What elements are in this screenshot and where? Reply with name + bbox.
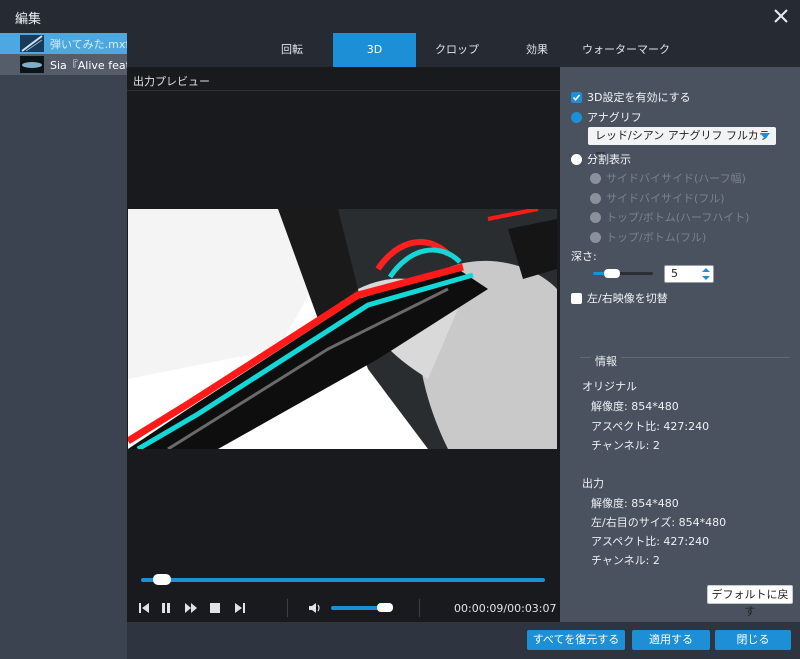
playback-controls: 00:00:09/00:03:07 <box>127 595 560 622</box>
split-option[interactable]: トップ/ボトム(フル) <box>590 229 706 245</box>
preview-panel: 出力プレビュー 00:00:09/00:03:07 <box>127 67 560 622</box>
depth-label: 深さ: <box>571 248 597 264</box>
radio-selected-icon[interactable] <box>571 111 582 123</box>
reset-default-button[interactable]: デフォルトに戻す <box>707 585 793 618</box>
depth-value: 5 <box>671 267 678 280</box>
video-thumbnail-icon <box>20 56 44 73</box>
tab-rotate[interactable]: 回転 <box>251 33 333 67</box>
anaglyph-row[interactable]: アナグリフ <box>571 109 642 125</box>
radio-disabled-icon <box>590 172 601 184</box>
info-title: 情報 <box>591 353 621 369</box>
seek-handle[interactable] <box>153 574 171 585</box>
restore-all-button[interactable]: すべてを復元する <box>527 630 625 650</box>
file-list: 弾いてみた.mxf Sia『Alive feat... <box>0 33 127 659</box>
enable-3d-row[interactable]: 3D設定を有効にする <box>571 89 691 105</box>
divider <box>419 599 420 617</box>
skip-forward-icon[interactable] <box>233 601 247 615</box>
fast-forward-icon[interactable] <box>184 601 198 615</box>
video-thumbnail-icon <box>20 35 44 52</box>
output-channels: チャンネル: 2 <box>591 554 660 567</box>
checkbox-unchecked-icon[interactable] <box>571 292 582 304</box>
file-item[interactable]: 弾いてみた.mxf <box>0 33 127 54</box>
depth-stepper[interactable]: 5 <box>664 265 714 283</box>
pause-icon[interactable] <box>159 601 173 615</box>
video-preview <box>128 209 557 449</box>
split-row[interactable]: 分割表示 <box>571 151 631 167</box>
playback-time: 00:00:09/00:03:07 <box>454 602 557 615</box>
swap-eyes-label: 左/右映像を切替 <box>587 292 668 305</box>
skip-back-icon[interactable] <box>137 601 151 615</box>
apply-button[interactable]: 適用する <box>632 630 710 650</box>
preview-label: 出力プレビュー <box>133 75 210 88</box>
original-resolution: 解像度: 854*480 <box>591 400 679 413</box>
settings-panel: 3D設定を有効にする アナグリフ レッド/シアン アナグリフ フルカラー 分割表… <box>560 67 800 622</box>
radio-disabled-icon <box>590 231 601 243</box>
tab-crop[interactable]: クロップ <box>416 33 498 67</box>
output-heading: 出力 <box>582 477 604 490</box>
split-option-label: サイドバイサイド(ハーフ幅) <box>606 172 746 185</box>
split-option[interactable]: サイドバイサイド(ハーフ幅) <box>590 170 746 186</box>
radio-disabled-icon <box>590 192 601 204</box>
split-option-label: サイドバイサイド(フル) <box>606 192 725 205</box>
depth-label-text: 深さ: <box>571 250 597 263</box>
file-name: 弾いてみた.mxf <box>50 37 127 51</box>
seek-bar[interactable] <box>141 578 545 582</box>
original-aspect: アスペクト比: 427:240 <box>591 420 710 433</box>
volume-handle[interactable] <box>377 603 393 612</box>
tab-3d[interactable]: 3D <box>333 33 416 67</box>
swap-eyes-row[interactable]: 左/右映像を切替 <box>571 290 668 306</box>
enable-3d-label: 3D設定を有効にする <box>587 91 691 104</box>
original-channels: チャンネル: 2 <box>591 439 660 452</box>
depth-handle[interactable] <box>604 269 620 278</box>
tab-watermark[interactable]: ウォーターマーク <box>576 33 676 67</box>
split-option[interactable]: トップ/ボトム(ハーフハイト) <box>590 209 749 225</box>
split-option-label: トップ/ボトム(フル) <box>606 231 707 244</box>
output-resolution: 解像度: 854*480 <box>591 497 679 510</box>
radio-disabled-icon <box>590 211 601 223</box>
tab-effects[interactable]: 効果 <box>498 33 576 67</box>
file-name: Sia『Alive feat... <box>50 58 127 72</box>
anaglyph-type-select[interactable]: レッド/シアン アナグリフ フルカラー <box>588 127 776 160</box>
radio-unselected-icon[interactable] <box>571 153 582 165</box>
output-aspect: アスペクト比: 427:240 <box>591 535 710 548</box>
split-option[interactable]: サイドバイサイド(フル) <box>590 190 725 206</box>
output-eye-size: 左/右目のサイズ: 854*480 <box>591 516 727 529</box>
split-option-label: トップ/ボトム(ハーフハイト) <box>606 211 750 224</box>
tab-bar: 回転 3D クロップ 効果 ウォーターマーク <box>127 33 800 67</box>
spin-arrows-icon[interactable] <box>702 268 710 280</box>
stop-icon[interactable] <box>208 601 222 615</box>
title-bar: 編集 <box>0 0 800 33</box>
divider <box>127 90 560 91</box>
file-item[interactable]: Sia『Alive feat... <box>0 54 127 75</box>
close-button[interactable]: 閉じる <box>715 630 791 650</box>
anaglyph-label: アナグリフ <box>587 111 642 124</box>
checkbox-checked-icon[interactable] <box>571 91 582 103</box>
dropdown-arrow-icon <box>760 133 770 139</box>
split-label: 分割表示 <box>587 153 631 166</box>
close-icon[interactable] <box>770 5 792 27</box>
window-title: 編集 <box>15 12 42 27</box>
volume-icon[interactable] <box>308 601 322 615</box>
footer: すべてを復元する 適用する 閉じる <box>127 622 800 659</box>
original-heading: オリジナル <box>582 380 637 393</box>
divider <box>287 599 288 617</box>
